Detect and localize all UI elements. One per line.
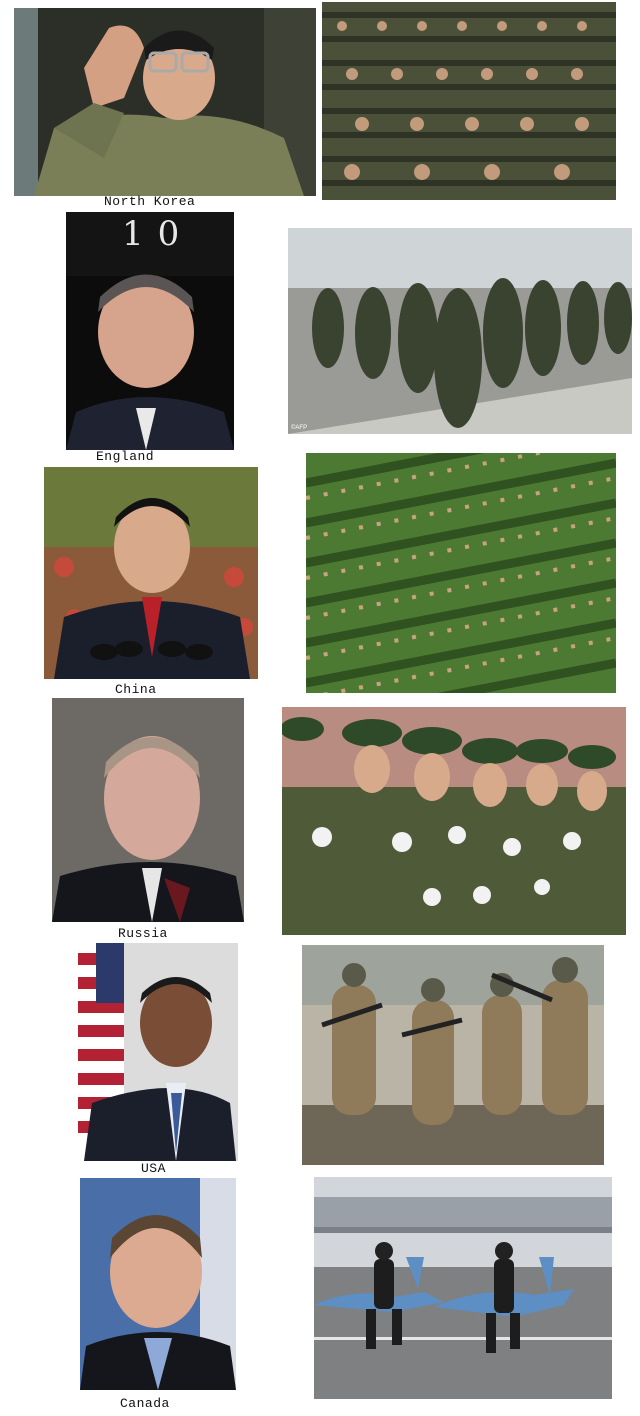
country-caption-canada: Canada	[120, 1396, 170, 1411]
army-photo-north-korea	[322, 2, 616, 200]
leader-photo-canada	[80, 1178, 236, 1390]
army-photo-england	[288, 228, 632, 434]
photo-credit: ©AFP	[291, 425, 308, 431]
country-caption-north-korea: North Korea	[104, 194, 196, 209]
army-photo-russia	[282, 707, 626, 935]
army-photo-china	[306, 453, 616, 693]
leader-photo-russia	[52, 698, 244, 922]
country-caption-usa: USA	[141, 1161, 166, 1176]
leader-photo-china	[44, 467, 258, 679]
army-photo-canada	[314, 1177, 612, 1399]
army-photo-usa	[302, 945, 604, 1165]
leader-photo-north-korea	[14, 8, 316, 196]
country-caption-russia: Russia	[118, 926, 168, 941]
country-caption-china: China	[115, 682, 157, 697]
leader-photo-usa	[78, 943, 238, 1161]
country-caption-england: England	[96, 449, 155, 464]
door-number: 10	[122, 214, 194, 254]
